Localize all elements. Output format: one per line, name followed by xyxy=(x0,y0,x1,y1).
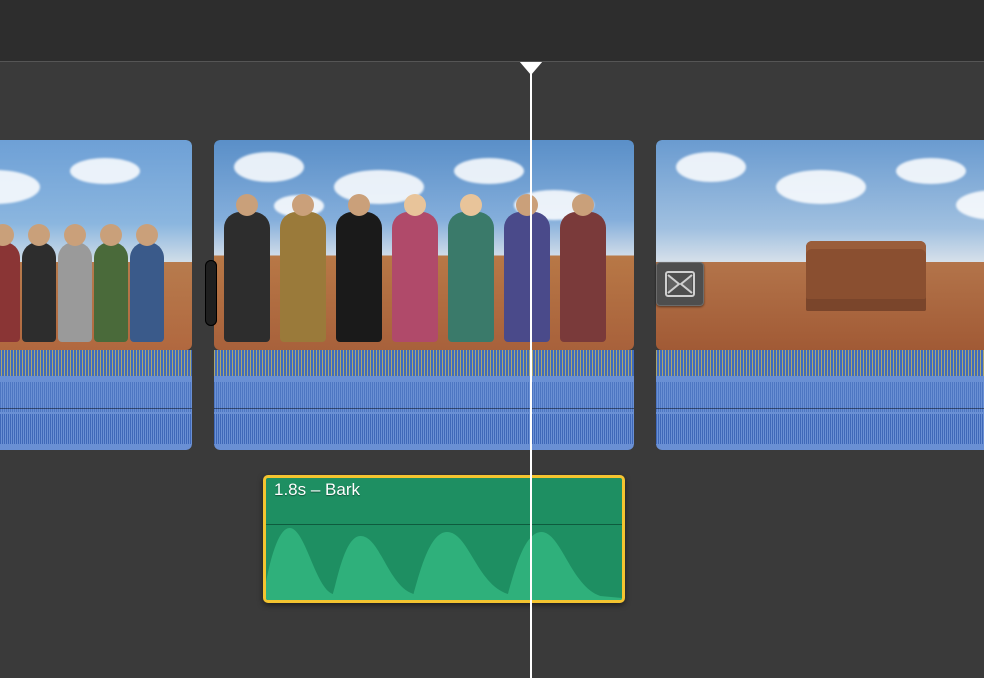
video-clip[interactable] xyxy=(214,140,634,450)
toolbar-strip xyxy=(0,0,984,62)
clip-audio-waveform[interactable] xyxy=(0,350,192,450)
timeline[interactable]: 1.8s – Bark xyxy=(0,62,984,678)
video-track[interactable] xyxy=(0,140,984,484)
clip-edge-handle[interactable] xyxy=(205,260,217,326)
playhead-marker-icon[interactable] xyxy=(519,62,543,75)
video-clip[interactable] xyxy=(656,140,984,450)
clip-thumbnail xyxy=(0,140,192,350)
clip-audio-waveform[interactable] xyxy=(214,350,634,450)
video-clip[interactable] xyxy=(0,140,192,450)
transition-icon[interactable] xyxy=(656,262,704,306)
playhead[interactable] xyxy=(530,62,532,678)
audio-clip-duration: 1.8s xyxy=(274,480,306,499)
cross-dissolve-icon xyxy=(665,269,695,299)
audio-clip-waveform xyxy=(266,522,622,600)
audio-clip-anchor[interactable] xyxy=(328,475,336,478)
audio-clip-name: Bark xyxy=(325,480,360,499)
detached-audio-clip[interactable]: 1.8s – Bark xyxy=(263,475,625,603)
clip-thumbnail xyxy=(656,140,984,350)
audio-clip-label: 1.8s – Bark xyxy=(274,480,360,500)
clip-audio-waveform[interactable] xyxy=(656,350,984,450)
clip-thumbnail xyxy=(214,140,634,350)
